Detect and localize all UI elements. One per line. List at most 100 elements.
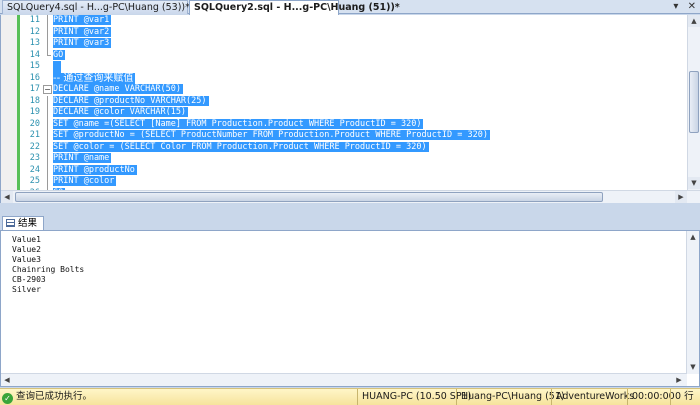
line-number: 14: [29, 49, 40, 60]
line-number: 15: [29, 61, 40, 71]
scroll-up-icon[interactable]: ▲: [688, 15, 700, 27]
line-number: 23: [29, 153, 40, 163]
status-elapsed-time: 00:00:00: [627, 389, 675, 405]
pane-splitter[interactable]: [0, 203, 700, 216]
tab-sqlquery4[interactable]: SQLQuery4.sql - H...g-PC\Huang (53))*: [2, 0, 190, 14]
code-line[interactable]: PRINT @var2: [53, 26, 683, 39]
line-number: 20: [29, 118, 40, 129]
result-line: Silver: [12, 285, 41, 294]
fold-guide: [47, 153, 48, 165]
results-scroll-left-icon[interactable]: ◀: [1, 374, 13, 386]
selected-code-text: [53, 61, 61, 73]
code-line[interactable]: SET @color = (SELECT Color FROM Producti…: [53, 141, 683, 154]
editor-horizontal-scrollbar[interactable]: ◀ ▶: [1, 190, 700, 203]
query-editor[interactable]: 11121314151617181920212223242526 − PRINT…: [0, 15, 700, 203]
fold-row: [43, 164, 52, 176]
fold-guide: [47, 15, 48, 27]
fold-guide: [47, 107, 48, 119]
status-message-text: 查询已成功执行。: [16, 391, 93, 402]
code-line[interactable]: -- 通过查询来赋值: [53, 72, 683, 85]
code-line[interactable]: PRINT @productNo: [53, 164, 683, 177]
fold-guide: [47, 26, 48, 38]
tab-sqlquery2[interactable]: SQLQuery2.sql - H...g-PC\Huang (51))*: [189, 0, 400, 15]
line-number: 22: [29, 141, 40, 152]
code-line[interactable]: SET @name =(SELECT [Name] FROM Productio…: [53, 118, 683, 131]
close-tab-icon[interactable]: ✕: [688, 1, 696, 12]
results-scroll-down-icon[interactable]: ▼: [687, 361, 699, 373]
selected-code-text: PRINT @var3: [53, 38, 112, 48]
result-line: Value3: [12, 255, 41, 264]
code-line[interactable]: PRINT @name: [53, 153, 683, 165]
status-user: Huang-PC\Huang (51): [456, 389, 565, 405]
selected-code-text: PRINT @var1: [53, 15, 112, 25]
fold-guide: [47, 130, 48, 142]
horizontal-scroll-thumb[interactable]: [15, 192, 603, 202]
selected-code-text: -- 通过查询来赋值: [53, 72, 136, 84]
status-database: AdventureWorks: [551, 389, 634, 405]
success-check-icon: ✓: [2, 393, 13, 404]
results-scroll-right-icon[interactable]: ▶: [673, 374, 685, 386]
editor-vertical-scrollbar[interactable]: ▲ ▼: [687, 15, 700, 190]
line-number: 11: [29, 15, 40, 25]
fold-row: [43, 118, 52, 130]
result-line: Chainring Bolts: [12, 265, 85, 274]
vertical-scroll-thumb[interactable]: [689, 71, 699, 133]
fold-row: [43, 61, 52, 73]
line-number: 19: [29, 107, 40, 117]
fold-guide: [47, 176, 48, 188]
tab-results[interactable]: 结果: [2, 216, 44, 230]
fold-guide: [47, 164, 48, 176]
status-server: HUANG-PC (10.50 SP1): [357, 389, 471, 405]
outline-margin: −: [43, 15, 52, 199]
code-line[interactable]: DECLARE @productNo VARCHAR(25): [53, 95, 683, 108]
scroll-down-icon[interactable]: ▼: [688, 177, 700, 189]
code-line[interactable]: GO: [53, 49, 683, 62]
tab-list-dropdown-icon[interactable]: ▾: [673, 1, 678, 12]
fold-guide: [47, 38, 48, 50]
scroll-right-icon[interactable]: ▶: [675, 191, 687, 203]
selected-code-text: SET @productNo = (SELECT ProductNumber F…: [53, 130, 490, 140]
fold-row: [43, 15, 52, 27]
selected-code-text: GO: [53, 49, 66, 60]
fold-guide: [47, 141, 48, 153]
status-message: ✓ 查询已成功执行。: [2, 389, 92, 405]
results-scroll-up-icon[interactable]: ▲: [687, 231, 699, 243]
result-line: CB-2903: [12, 275, 46, 284]
code-line[interactable]: [53, 61, 683, 73]
fold-row: [43, 153, 52, 165]
status-bar: ✓ 查询已成功执行。 HUANG-PC (10.50 SP1) Huang-PC\…: [0, 388, 700, 405]
results-horizontal-scrollbar[interactable]: ◀ ▶: [1, 373, 687, 386]
fold-row: [43, 141, 52, 153]
code-area[interactable]: PRINT @var1 PRINT @var2 PRINT @var3 GO -- 通过…: [53, 15, 683, 199]
line-number-gutter: 11121314151617181920212223242526: [19, 15, 43, 199]
line-number: 17: [29, 84, 40, 94]
collapse-icon[interactable]: −: [43, 85, 52, 94]
results-tab-label: 结果: [18, 218, 38, 229]
line-number: 16: [29, 72, 40, 83]
selected-code-text: DECLARE @productNo VARCHAR(25): [53, 95, 209, 106]
selected-code-text: PRINT @var2: [53, 26, 112, 37]
results-vertical-scrollbar[interactable]: ▲ ▼: [686, 231, 699, 374]
selected-code-text: DECLARE @color VARCHAR(15): [53, 107, 189, 117]
code-line[interactable]: PRINT @var3: [53, 38, 683, 50]
code-line[interactable]: DECLARE @color VARCHAR(15): [53, 107, 683, 119]
line-number: 18: [29, 95, 40, 106]
fold-row: −: [43, 84, 52, 96]
selected-code-text: SET @name =(SELECT [Name] FROM Productio…: [53, 118, 424, 129]
results-grid-icon: [6, 219, 15, 227]
results-pane[interactable]: Value1 Value2 Value3 Chainring Bolts CB-2903…: [0, 230, 700, 387]
fold-row: [43, 95, 52, 107]
result-line: Value1: [12, 235, 41, 244]
fold-row: [43, 26, 52, 38]
selected-code-text: DECLARE @name VARCHAR(50): [53, 84, 183, 94]
selected-code-text: PRINT @color: [53, 176, 117, 186]
fold-guide: [47, 95, 48, 107]
selected-code-text: PRINT @name: [53, 153, 112, 163]
code-line[interactable]: SET @productNo = (SELECT ProductNumber F…: [53, 130, 683, 142]
line-number: 12: [29, 26, 40, 37]
code-line[interactable]: PRINT @var1: [53, 15, 683, 27]
fold-row: [43, 176, 52, 188]
scroll-left-icon[interactable]: ◀: [1, 191, 13, 203]
code-line[interactable]: DECLARE @name VARCHAR(50): [53, 84, 683, 96]
code-line[interactable]: PRINT @color: [53, 176, 683, 188]
